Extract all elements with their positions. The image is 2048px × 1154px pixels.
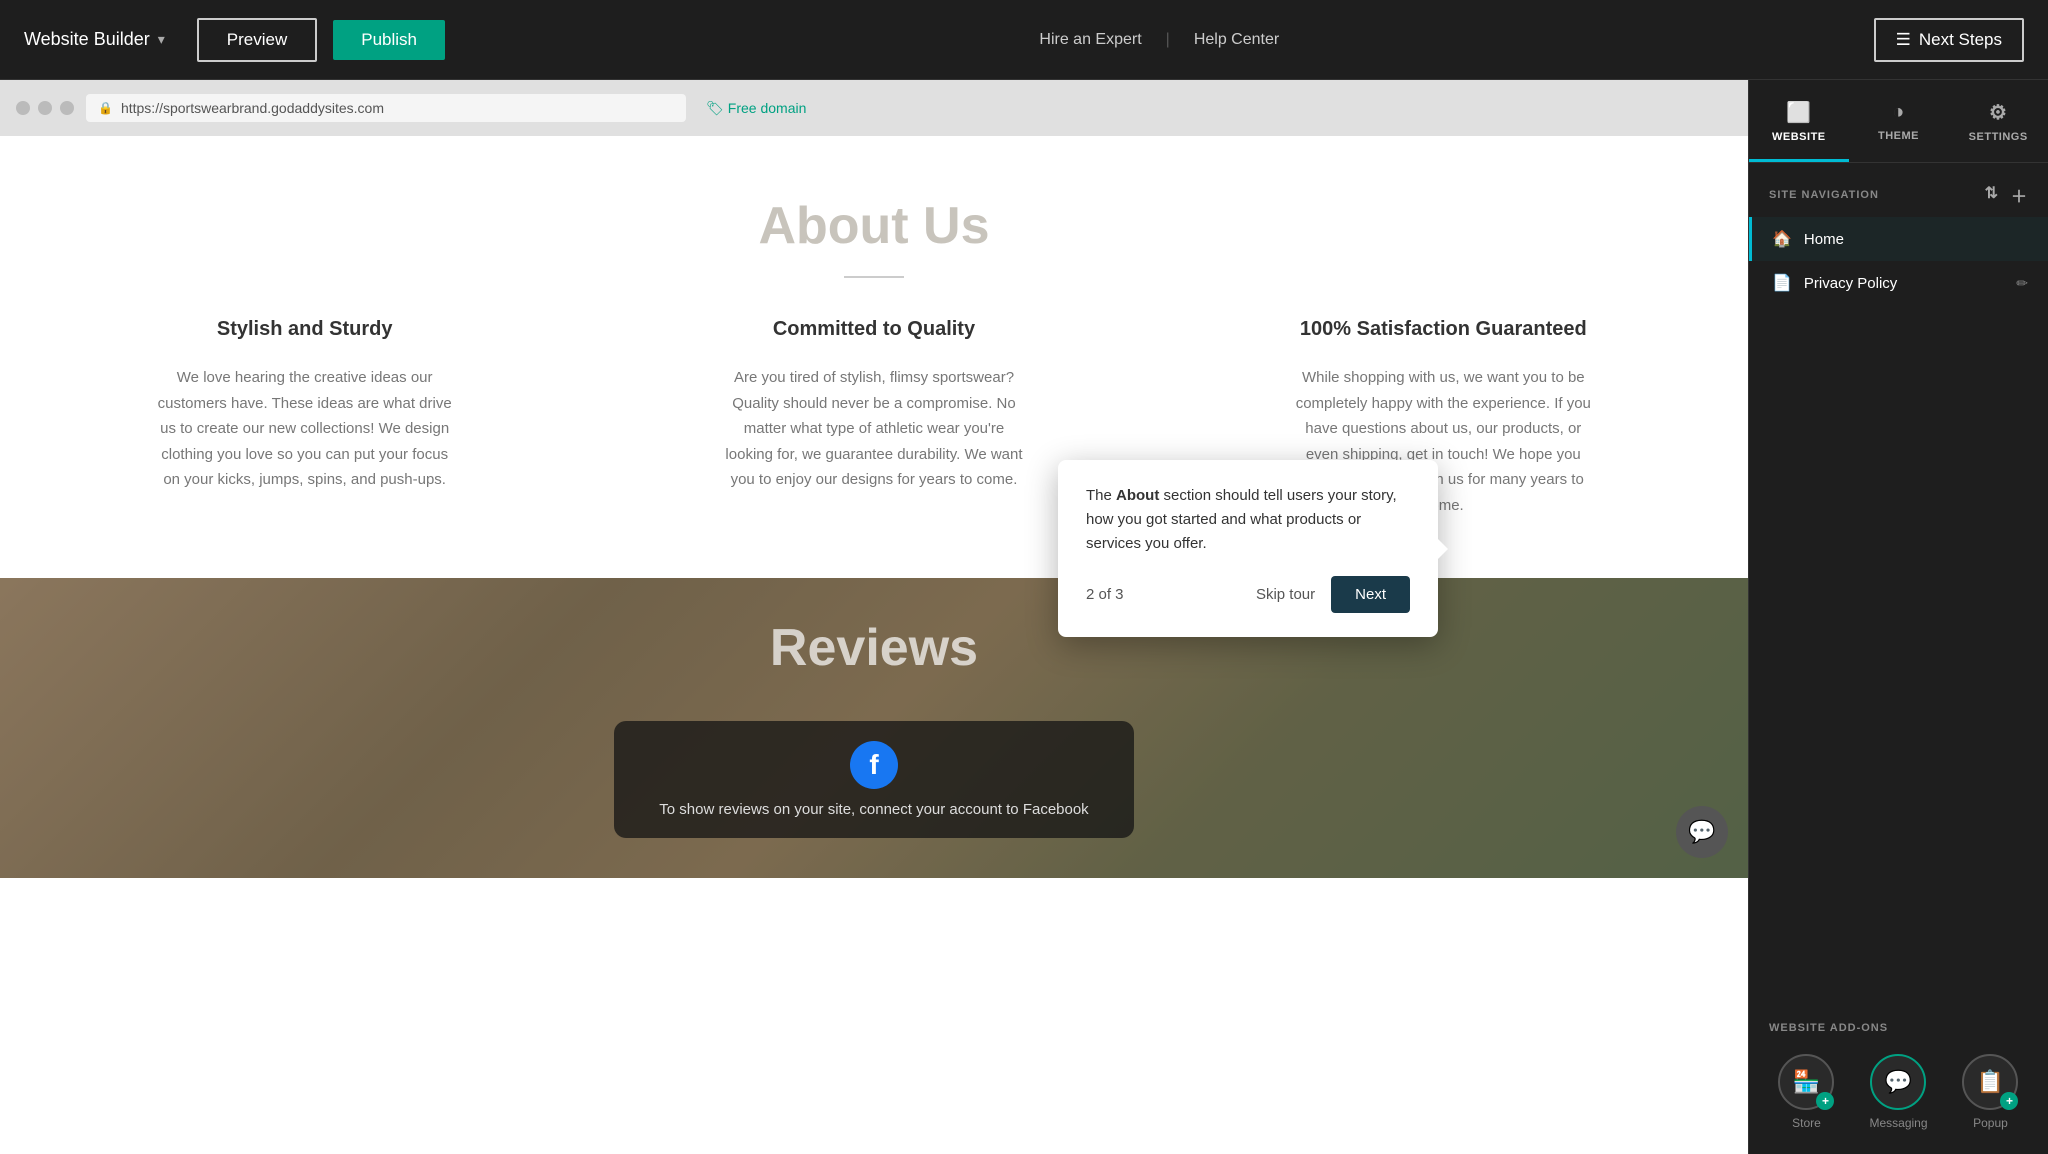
browser-chrome: 🔒 https://sportswearbrand.godaddysites.c… [0, 80, 1748, 136]
website-addons-label: WEBSITE ADD-ONS [1769, 1022, 1888, 1034]
preview-area: 🔒 https://sportswearbrand.godaddysites.c… [0, 80, 1748, 1154]
store-icon: 🏪 [1793, 1069, 1820, 1095]
tooltip-text-before: The [1086, 487, 1116, 504]
reviews-facebook-card[interactable]: f To show reviews on your site, connect … [614, 721, 1134, 838]
reviews-section: Reviews f To show reviews on your site, … [0, 578, 1748, 878]
settings-tab-icon: ⚙ [1989, 100, 2007, 125]
settings-tab-label: SETTINGS [1969, 131, 2028, 143]
tooltip-footer: 2 of 3 Skip tour Next [1086, 576, 1410, 613]
publish-button[interactable]: Publish [333, 20, 445, 60]
tab-theme[interactable]: ◑ THEME [1849, 81, 1949, 161]
brand-label: Website Builder [24, 29, 150, 50]
home-icon: 🏠 [1772, 229, 1792, 249]
dot-red [16, 101, 30, 115]
main-area: 🔒 https://sportswearbrand.godaddysites.c… [0, 80, 2048, 1154]
dot-green [60, 101, 74, 115]
popup-plus-icon: + [2000, 1092, 2018, 1110]
dot-yellow [38, 101, 52, 115]
site-navigation-section: SITE NAVIGATION ⇅ ＋ [1749, 163, 2048, 217]
popup-label: Popup [1973, 1116, 2008, 1130]
sidebar-tabs: ⬜ WEBSITE ◑ THEME ⚙ SETTINGS [1749, 80, 2048, 163]
brand[interactable]: Website Builder ▾ [24, 29, 165, 50]
hire-expert-link[interactable]: Hire an Expert [1039, 31, 1141, 49]
add-page-icon[interactable]: ＋ [2011, 183, 2028, 207]
website-tab-icon: ⬜ [1786, 100, 1811, 125]
messaging-icon: 💬 [1885, 1069, 1912, 1095]
free-domain-badge[interactable]: 🏷 Free domain [706, 100, 806, 117]
tooltip-bold-text: About [1116, 487, 1159, 504]
next-tour-button[interactable]: Next [1331, 576, 1410, 613]
theme-tab-label: THEME [1878, 130, 1919, 142]
nav-home-label: Home [1804, 231, 1844, 248]
next-steps-button[interactable]: ☰ Next Steps [1874, 18, 2024, 62]
site-navigation-label: SITE NAVIGATION [1769, 189, 1879, 201]
topbar: Website Builder ▾ Preview Publish Hire a… [0, 0, 2048, 80]
nav-item-privacy-policy[interactable]: 📄 Privacy Policy ✏ [1749, 261, 2048, 305]
about-divider [844, 276, 904, 278]
edit-icon[interactable]: ✏ [2016, 275, 2028, 292]
addon-popup[interactable]: 📋 + Popup [1962, 1054, 2018, 1130]
website-tab-label: WEBSITE [1772, 131, 1826, 143]
website-addons-section: WEBSITE ADD-ONS [1749, 1006, 2048, 1046]
popup-icon-wrap: 📋 + [1962, 1054, 2018, 1110]
topbar-divider: | [1166, 31, 1170, 49]
about-col-2-title: Committed to Quality [724, 318, 1024, 341]
free-domain-icon: 🏷 [706, 100, 724, 117]
reorder-icon[interactable]: ⇅ [1985, 183, 1999, 207]
next-steps-label: Next Steps [1919, 30, 2002, 50]
help-center-link[interactable]: Help Center [1194, 31, 1279, 49]
site-content: About Us Stylish and Sturdy We love hear… [0, 136, 1748, 1154]
popup-icon: 📋 [1977, 1069, 2004, 1095]
chat-bubble-button[interactable]: 💬 [1676, 806, 1728, 858]
messaging-label: Messaging [1869, 1116, 1927, 1130]
content-wrapper: 🔒 https://sportswearbrand.godaddysites.c… [0, 80, 1748, 1154]
tooltip-text: The About section should tell users your… [1086, 484, 1410, 556]
nav-item-home[interactable]: 🏠 Home [1749, 217, 2048, 261]
tab-website[interactable]: ⬜ WEBSITE [1749, 80, 1849, 162]
url-text: https://sportswearbrand.godaddysites.com [121, 100, 384, 116]
store-label: Store [1792, 1116, 1821, 1130]
reviews-connect-text: To show reviews on your site, connect yo… [654, 801, 1094, 818]
about-col-2-text: Are you tired of stylish, flimsy sportsw… [724, 365, 1024, 493]
topbar-center: Hire an Expert | Help Center [461, 31, 1858, 49]
tooltip-progress: 2 of 3 [1086, 586, 1124, 603]
about-col-3-title: 100% Satisfaction Guaranteed [1293, 318, 1593, 341]
addons-row: 🏪 + Store 💬 Messaging 📋 + Popup [1749, 1046, 2048, 1154]
browser-dots [16, 101, 74, 115]
store-plus-icon: + [1816, 1092, 1834, 1110]
sidebar-spacer [1749, 305, 2048, 1006]
chevron-down-icon: ▾ [158, 31, 165, 48]
reviews-title: Reviews [770, 618, 978, 678]
about-columns: Stylish and Sturdy We love hearing the c… [40, 318, 1708, 518]
page-icon: 📄 [1772, 273, 1792, 293]
about-title: About Us [40, 196, 1708, 256]
tooltip-actions: Skip tour Next [1256, 576, 1410, 613]
next-steps-icon: ☰ [1896, 30, 1911, 50]
about-col-1: Stylish and Sturdy We love hearing the c… [155, 318, 455, 518]
tab-settings[interactable]: ⚙ SETTINGS [1948, 80, 2048, 162]
tooltip-popup: The About section should tell users your… [1058, 460, 1438, 637]
preview-button[interactable]: Preview [197, 18, 317, 62]
addon-store[interactable]: 🏪 + Store [1778, 1054, 1834, 1130]
lock-icon: 🔒 [98, 101, 113, 115]
about-col-1-title: Stylish and Sturdy [155, 318, 455, 341]
theme-tab-icon: ◑ [1892, 101, 1905, 124]
nav-privacy-label: Privacy Policy [1804, 275, 1897, 292]
address-bar[interactable]: 🔒 https://sportswearbrand.godaddysites.c… [86, 94, 686, 122]
about-col-1-text: We love hearing the creative ideas our c… [155, 365, 455, 493]
about-section: About Us Stylish and Sturdy We love hear… [0, 136, 1748, 578]
about-col-2: Committed to Quality Are you tired of st… [724, 318, 1024, 518]
facebook-icon: f [850, 741, 898, 789]
messaging-icon-wrap: 💬 [1870, 1054, 1926, 1110]
free-domain-label: Free domain [728, 100, 807, 116]
store-icon-wrap: 🏪 + [1778, 1054, 1834, 1110]
skip-tour-button[interactable]: Skip tour [1256, 586, 1315, 603]
addon-messaging[interactable]: 💬 Messaging [1869, 1054, 1927, 1130]
sidebar: ⬜ WEBSITE ◑ THEME ⚙ SETTINGS SITE NAVIGA… [1748, 80, 2048, 1154]
sidebar-section-actions: ⇅ ＋ [1985, 183, 2028, 207]
